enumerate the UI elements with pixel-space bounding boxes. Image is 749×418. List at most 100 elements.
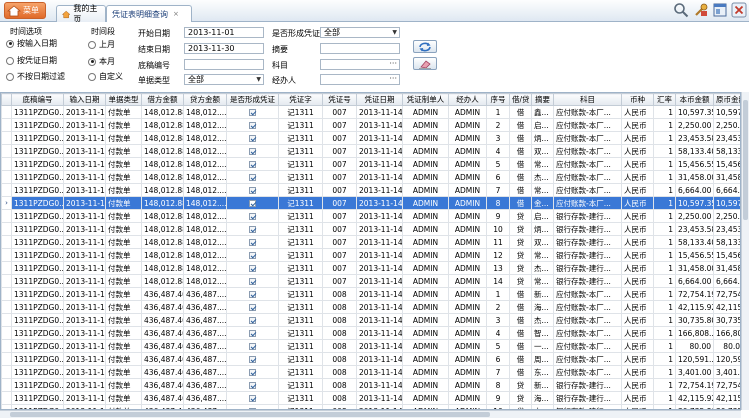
checkbox-checked-icon[interactable] [249, 317, 256, 324]
table-row[interactable]: 1311PZDG0... 2013-11-14 付款单 148,012.88 148,0… [1, 274, 740, 288]
table-row[interactable]: 1311PZDG0... 2013-11-14 付款单 148,012.88 148,0… [1, 144, 740, 158]
voucher-checkbox-cell[interactable] [226, 170, 279, 184]
voucher-checkbox-cell[interactable] [226, 326, 279, 340]
row-indicator[interactable] [1, 144, 12, 158]
row-indicator[interactable] [1, 209, 12, 223]
column-header[interactable]: 底稿编号 [11, 93, 64, 106]
row-indicator[interactable] [1, 391, 12, 405]
horizontal-scrollbar[interactable] [0, 410, 741, 418]
voucher-checkbox-cell[interactable] [226, 105, 279, 119]
voucher-checkbox-cell[interactable] [226, 313, 279, 327]
row-indicator[interactable] [1, 339, 12, 353]
checkbox-checked-icon[interactable] [249, 226, 256, 233]
checkbox-checked-icon[interactable] [249, 278, 256, 285]
tab-my-homepage[interactable]: 我的主页 [56, 4, 106, 24]
row-indicator[interactable] [1, 183, 12, 197]
table-row[interactable]: 1311PZDG0... 2013-11-14 付款单 148,012.88 148,0… [1, 248, 740, 262]
row-indicator[interactable] [1, 235, 12, 249]
summary-field[interactable] [320, 43, 400, 54]
column-header[interactable]: 单据类型 [105, 93, 142, 106]
voucher-checkbox-cell[interactable] [226, 157, 279, 171]
voucher-checkbox-cell[interactable] [226, 222, 279, 236]
table-row[interactable]: 1311PZDG0... 2013-11-14 付款单 148,012.88 148,0… [1, 183, 740, 197]
column-header[interactable]: 凭证制单人 [402, 93, 449, 106]
subject-field[interactable]: ··· [320, 59, 400, 70]
checkbox-checked-icon[interactable] [249, 148, 256, 155]
checkbox-checked-icon[interactable] [249, 395, 256, 402]
checkbox-checked-icon[interactable] [249, 174, 256, 181]
radio-no-date-filter[interactable]: 不按日期过滤 [6, 71, 65, 82]
column-header[interactable]: 序号 [486, 93, 510, 106]
checkbox-checked-icon[interactable] [249, 369, 256, 376]
tools-icon[interactable] [693, 2, 709, 18]
voucher-checkbox-cell[interactable] [226, 144, 279, 158]
column-header[interactable]: 经办人 [448, 93, 487, 106]
row-indicator[interactable] [1, 261, 12, 275]
column-header[interactable]: 凭证号 [322, 93, 357, 106]
row-indicator[interactable] [1, 118, 12, 132]
row-indicator[interactable] [1, 222, 12, 236]
voucher-checkbox-cell[interactable] [226, 274, 279, 288]
search-icon[interactable] [673, 2, 689, 18]
clear-button[interactable] [413, 57, 437, 70]
row-indicator[interactable] [1, 274, 12, 288]
row-indicator[interactable] [1, 248, 12, 262]
end-date-field[interactable]: 2013-11-30 [184, 43, 264, 54]
voucher-checkbox-cell[interactable] [226, 339, 279, 353]
table-row[interactable]: 1311PZDG0...2013-11-14付款单436,487.40436,4… [1, 339, 740, 353]
checkbox-checked-icon[interactable] [249, 356, 256, 363]
voucher-checkbox-cell[interactable] [226, 365, 279, 379]
row-indicator[interactable] [1, 170, 12, 184]
checkbox-checked-icon[interactable] [249, 304, 256, 311]
table-row[interactable]: 1311PZDG0... 2013-11-14 付款单 148,012.88 148,0… [1, 261, 740, 275]
column-header[interactable]: 凭证字 [278, 93, 323, 106]
checkbox-checked-icon[interactable] [249, 122, 256, 129]
table-row[interactable]: 1311PZDG0... 2013-11-14 付款单 148,012.88 148,0… [1, 222, 740, 236]
table-row[interactable]: 1311PZDG0...2013-11-14付款单436,487.40436,4… [1, 391, 740, 405]
vertical-scrollbar[interactable] [741, 92, 749, 410]
checkbox-checked-icon[interactable] [249, 187, 256, 194]
start-date-field[interactable]: 2013-11-01 [184, 27, 264, 38]
column-header[interactable]: 摘要 [531, 93, 554, 106]
checkbox-checked-icon[interactable] [249, 330, 256, 337]
row-indicator[interactable] [1, 378, 12, 392]
table-row[interactable]: 1311PZDG0...2013-11-14付款单436,487.40436,4… [1, 378, 740, 392]
checkbox-checked-icon[interactable] [249, 382, 256, 389]
radio-last-month[interactable]: 上月 [88, 39, 115, 50]
scroll-thumb[interactable] [10, 412, 490, 417]
table-row[interactable]: 1311PZDG0...2013-11-14付款单436,487.40436,4… [1, 300, 740, 314]
checkbox-checked-icon[interactable] [249, 161, 256, 168]
column-header[interactable]: 原币金额 [713, 93, 740, 106]
menu-button[interactable]: 菜单 [4, 2, 46, 19]
voucher-checkbox-cell[interactable] [226, 378, 279, 392]
column-header[interactable]: 汇率 [653, 93, 676, 106]
voucher-checkbox-cell[interactable] [226, 209, 279, 223]
row-indicator[interactable] [1, 365, 12, 379]
row-indicator[interactable] [1, 313, 12, 327]
row-indicator[interactable] [1, 105, 12, 119]
table-row[interactable]: 1311PZDG0...2013-11-14付款单436,487.40436,4… [1, 326, 740, 340]
browse-icon[interactable]: ··· [389, 60, 397, 68]
radio-this-month[interactable]: 本月 [88, 56, 115, 67]
column-header[interactable]: 是否形成凭证 [226, 93, 279, 106]
checkbox-checked-icon[interactable] [249, 291, 256, 298]
checkbox-checked-icon[interactable] [249, 109, 256, 116]
refresh-button[interactable] [413, 40, 437, 53]
tab-voucher-detail-query[interactable]: 凭证表明细查询 × [106, 5, 192, 22]
checkbox-checked-icon[interactable] [249, 239, 256, 246]
radio-by-voucher-date[interactable]: 按凭证日期 [6, 55, 57, 66]
column-header[interactable]: 借方金额 [141, 93, 184, 106]
column-header[interactable]: 科目 [553, 93, 622, 106]
voucher-checkbox-cell[interactable] [226, 248, 279, 262]
voucher-checkbox-cell[interactable] [226, 118, 279, 132]
row-indicator[interactable] [1, 287, 12, 301]
scroll-thumb[interactable] [743, 100, 748, 220]
table-row[interactable]: 1311PZDG0...2013-11-14付款单436,487.40436,4… [1, 352, 740, 366]
table-row[interactable]: 1311PZDG0... 2013-11-14 付款单 148,012.88 148,0… [1, 105, 740, 119]
doc-type-select[interactable]: 全部 ▼ [184, 74, 264, 85]
voucher-checkbox-cell[interactable] [226, 391, 279, 405]
window-icon[interactable] [712, 2, 728, 18]
column-header[interactable]: 借/贷 [509, 93, 532, 106]
column-header[interactable]: 输入日期 [63, 93, 106, 106]
voucher-checkbox-cell[interactable] [226, 183, 279, 197]
